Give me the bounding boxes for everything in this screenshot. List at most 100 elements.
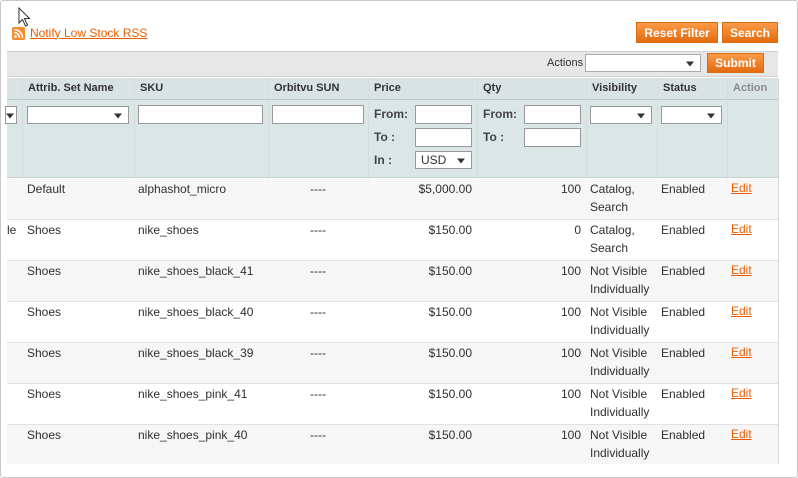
submit-button[interactable]: Submit <box>707 53 764 73</box>
rss-icon <box>12 27 25 40</box>
mouse-cursor-icon <box>18 7 31 27</box>
edit-link[interactable]: Edit <box>731 181 752 195</box>
qty-from-label: From: <box>483 107 517 121</box>
actions-label: Actions <box>547 57 584 69</box>
visibility-cell-line1: Not Visible <box>590 264 648 278</box>
visibility-cell-line2: Individually <box>590 364 650 378</box>
currency-value: USD <box>421 153 447 167</box>
qty-cell: 100 <box>560 387 581 401</box>
rss-notify-row: Notify Low Stock RSS <box>12 25 147 40</box>
price-cell: $150.00 <box>428 264 472 278</box>
qty-cell: 100 <box>560 428 581 442</box>
visibility-cell-line2: Search <box>590 241 629 255</box>
status-cell: Enabled <box>661 305 706 319</box>
filter-qty-to-input[interactable] <box>524 128 581 147</box>
attrib-set-cell: Shoes <box>27 305 62 319</box>
qty-cell: 0 <box>574 223 581 237</box>
column-header-qty[interactable]: Qty <box>477 78 586 100</box>
status-cell: Enabled <box>661 428 706 442</box>
price-cell: $150.00 <box>428 223 472 237</box>
edit-link[interactable]: Edit <box>731 263 752 277</box>
filter-attrib-set-select[interactable] <box>27 106 129 124</box>
visibility-cell-line2: Individually <box>590 405 650 419</box>
chevron-down-icon <box>114 113 122 119</box>
column-header-price[interactable]: Price <box>368 78 477 100</box>
search-button[interactable]: Search <box>722 22 778 43</box>
filter-status-select[interactable] <box>661 106 722 124</box>
chevron-down-icon <box>686 61 694 67</box>
attrib-set-cell: Default <box>27 182 66 196</box>
chevron-down-icon <box>6 113 14 119</box>
status-cell: Enabled <box>661 387 706 401</box>
filter-visibility-select[interactable] <box>590 106 652 124</box>
notify-low-stock-rss-link[interactable]: Notify Low Stock RSS <box>30 26 147 40</box>
orbitvu-cell: ---- <box>310 428 326 442</box>
visibility-cell-line1: Not Visible <box>590 387 648 401</box>
sku-cell: nike_shoes_black_39 <box>138 346 254 360</box>
visibility-cell-line1: Not Visible <box>590 346 648 360</box>
filter-orbitvu-input[interactable] <box>272 105 364 124</box>
chevron-down-icon <box>707 113 715 119</box>
filter-price-to-input[interactable] <box>415 128 472 147</box>
actions-dropdown[interactable] <box>585 54 701 72</box>
visibility-cell-line1: Catalog, <box>590 223 635 237</box>
column-divider <box>778 78 779 477</box>
sku-cell: nike_shoes_pink_41 <box>138 387 248 401</box>
edit-link[interactable]: Edit <box>731 222 752 236</box>
sku-cell: nike_shoes_pink_40 <box>138 428 248 442</box>
price-to-label: To : <box>374 130 396 144</box>
attrib-set-cell: Shoes <box>27 223 62 237</box>
attrib-set-cell: Shoes <box>27 346 62 360</box>
column-header-visibility[interactable]: Visibility <box>586 78 657 100</box>
chevron-down-icon <box>457 158 465 164</box>
column-header-sku[interactable]: SKU <box>134 78 268 100</box>
orbitvu-cell: ---- <box>310 305 326 319</box>
orbitvu-cell: ---- <box>310 387 326 401</box>
sku-cell: nike_shoes_black_40 <box>138 305 254 319</box>
price-cell: $150.00 <box>428 428 472 442</box>
qty-cell: 100 <box>560 305 581 319</box>
price-currency-label: In : <box>374 153 392 167</box>
chevron-down-icon <box>637 113 645 119</box>
column-header-status[interactable]: Status <box>657 78 727 100</box>
price-cell: $150.00 <box>428 346 472 360</box>
filter-price-from-input[interactable] <box>415 105 472 124</box>
filter-qty-from-input[interactable] <box>524 105 581 124</box>
reset-filter-button[interactable]: Reset Filter <box>636 22 718 43</box>
column-header-orbitvu-sun[interactable]: Orbitvu SUN <box>268 78 368 100</box>
qty-cell: 100 <box>560 182 581 196</box>
grid-panel: Notify Low Stock RSS Reset Filter Search… <box>0 0 798 478</box>
orbitvu-cell: ---- <box>310 223 326 237</box>
attrib-set-cell: Shoes <box>27 387 62 401</box>
sku-cell: alphashot_micro <box>138 182 227 196</box>
price-from-label: From: <box>374 107 408 121</box>
visibility-cell-line2: Individually <box>590 282 650 296</box>
qty-to-label: To : <box>483 130 505 144</box>
price-cell: $150.00 <box>428 305 472 319</box>
status-cell: Enabled <box>661 346 706 360</box>
visibility-cell-line2: Individually <box>590 323 650 337</box>
edit-link[interactable]: Edit <box>731 386 752 400</box>
sku-cell: nike_shoes_black_41 <box>138 264 254 278</box>
price-cell: $5,000.00 <box>418 182 472 196</box>
filter-currency-select[interactable]: USD <box>415 151 472 169</box>
attrib-set-cell: Shoes <box>27 428 62 442</box>
filter-sku-input[interactable] <box>138 105 263 124</box>
qty-cell: 100 <box>560 346 581 360</box>
edit-link[interactable]: Edit <box>731 427 752 441</box>
sku-cell: nike_shoes <box>138 223 199 237</box>
grid-bottom <box>1 464 797 477</box>
filter-select-clipped[interactable] <box>5 106 17 124</box>
column-header-attrib-set[interactable]: Attrib. Set Name <box>22 78 134 100</box>
orbitvu-cell: ---- <box>310 264 326 278</box>
status-cell: Enabled <box>661 223 706 237</box>
visibility-cell-line1: Catalog, <box>590 182 635 196</box>
status-cell: Enabled <box>661 264 706 278</box>
visibility-cell-line1: Not Visible <box>590 428 648 442</box>
orbitvu-cell: ---- <box>310 182 326 196</box>
edit-link[interactable]: Edit <box>731 345 752 359</box>
status-cell: Enabled <box>661 182 706 196</box>
edit-link[interactable]: Edit <box>731 304 752 318</box>
attrib-set-cell: Shoes <box>27 264 62 278</box>
visibility-cell-line2: Search <box>590 200 629 214</box>
